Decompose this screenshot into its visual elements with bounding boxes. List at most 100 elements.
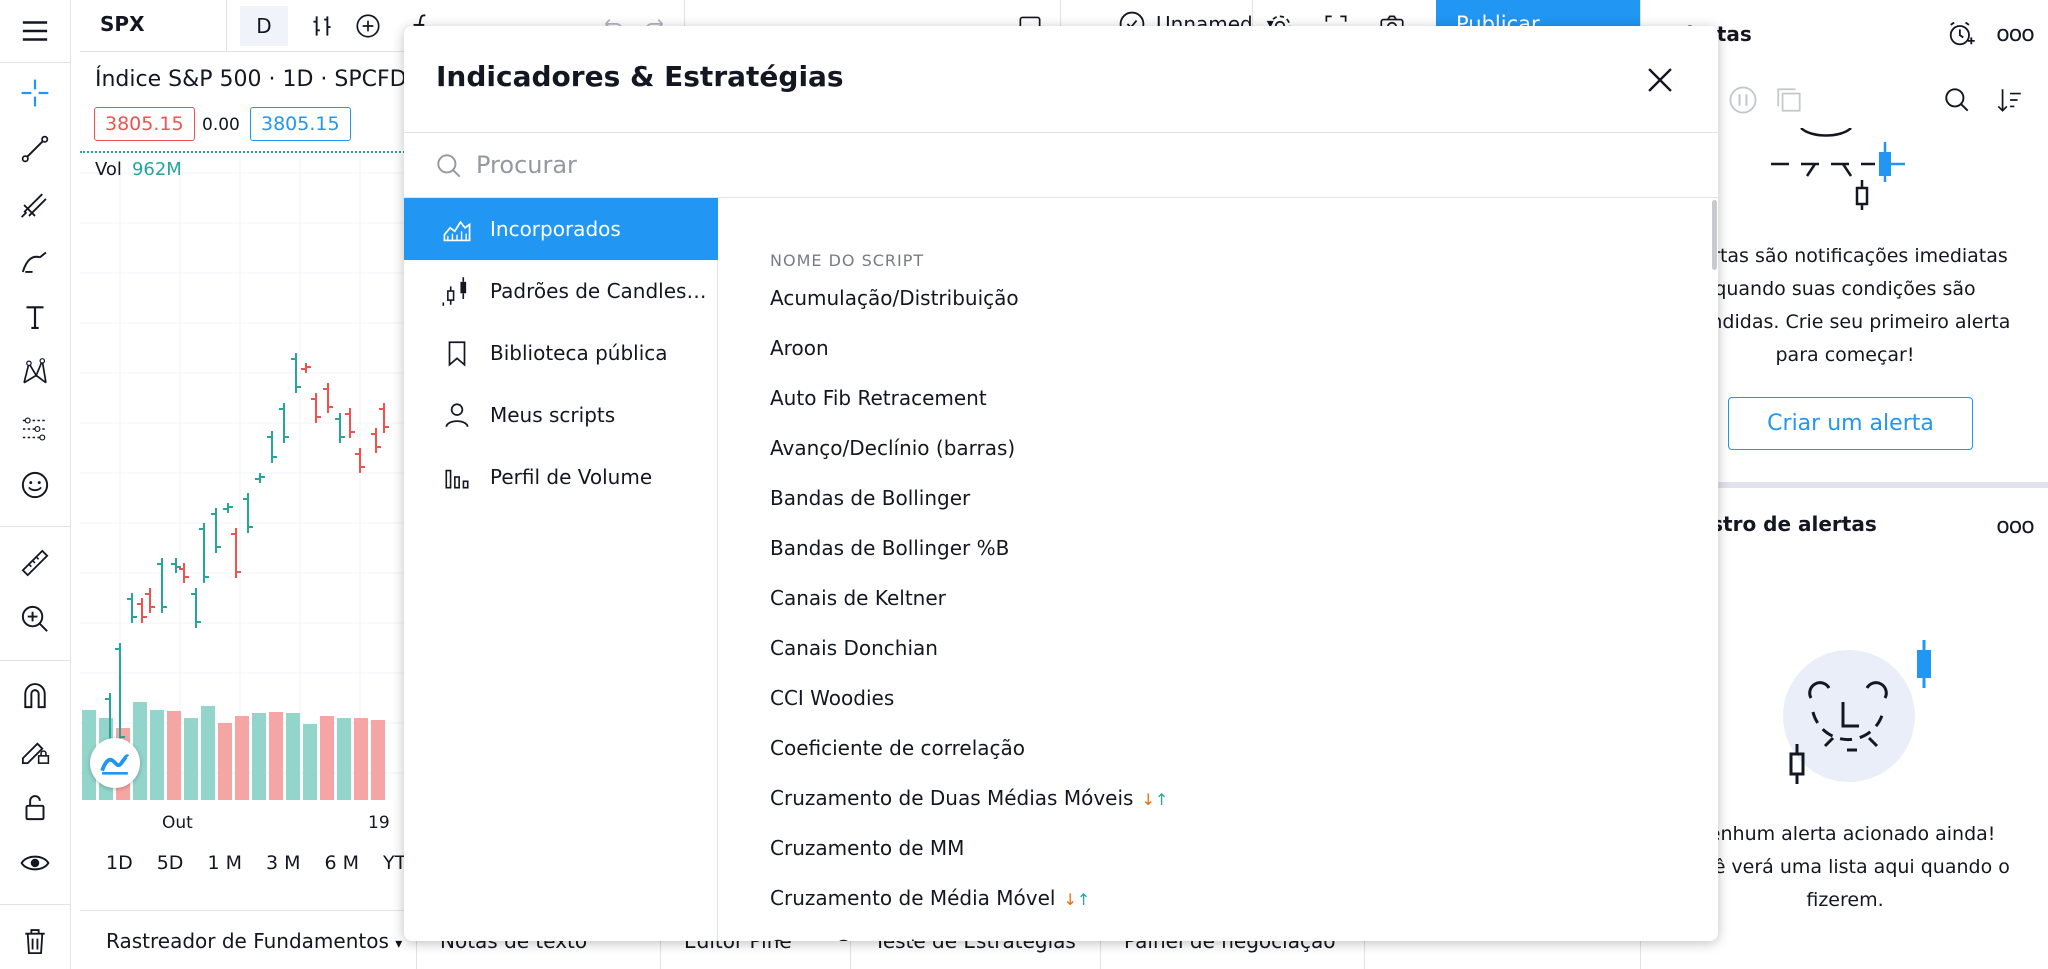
emoji-icon[interactable] bbox=[14, 464, 56, 506]
range-1m[interactable]: 1 M bbox=[207, 852, 242, 874]
price-bar bbox=[323, 383, 333, 413]
category-candlestick-patterns[interactable]: Padrões de Candlestick bbox=[404, 260, 718, 322]
script-name: Cruzamento de MM bbox=[770, 836, 965, 860]
price-bar bbox=[157, 558, 167, 613]
volume-profile-icon bbox=[440, 460, 474, 494]
trend-line-icon[interactable] bbox=[14, 128, 56, 170]
price-change: 0.00 bbox=[202, 115, 240, 135]
ask-price-box[interactable]: 3805.15 bbox=[250, 107, 351, 141]
x-axis-label: Out bbox=[162, 813, 193, 833]
close-icon[interactable] bbox=[1640, 60, 1680, 100]
search-input[interactable] bbox=[476, 145, 1676, 185]
price-bar bbox=[223, 503, 233, 513]
strategy-arrows-icon: ↓↑ bbox=[1141, 790, 1169, 809]
volume-value: 962M bbox=[131, 159, 182, 180]
compare-plus-icon[interactable] bbox=[348, 6, 388, 46]
tradingview-logo-icon[interactable] bbox=[90, 738, 140, 788]
script-item[interactable]: Coeficiente de correlação bbox=[770, 736, 1025, 760]
add-alert-icon[interactable] bbox=[1941, 14, 1981, 54]
bar-style-icon[interactable] bbox=[302, 6, 342, 46]
script-item[interactable]: Cruzamento de Média Móvel ↓↑ bbox=[770, 886, 1090, 910]
script-name: Canais de Keltner bbox=[770, 586, 946, 610]
chevron-down-icon: ▾ bbox=[395, 936, 403, 952]
clone-icon[interactable] bbox=[1771, 82, 1807, 118]
range-6m[interactable]: 6 M bbox=[325, 852, 360, 874]
category-label: Padrões de Candlestick bbox=[490, 279, 710, 303]
script-name: Cruzamento de Duas Médias Móveis bbox=[770, 786, 1134, 810]
volume-bar bbox=[269, 712, 283, 800]
ruler-icon[interactable] bbox=[14, 542, 56, 584]
lock-drawing-icon[interactable] bbox=[14, 730, 56, 772]
script-item[interactable]: Canais Donchian bbox=[770, 636, 938, 660]
category-volume-profile[interactable]: Perfil de Volume bbox=[404, 446, 718, 508]
script-item[interactable]: Avanço/Declínio (barras) bbox=[770, 436, 1015, 460]
category-built-ins[interactable]: Incorporados bbox=[404, 198, 718, 260]
symbol-search-button[interactable]: SPX bbox=[100, 12, 144, 36]
zoom-in-icon[interactable] bbox=[14, 598, 56, 640]
script-item[interactable]: Auto Fib Retracement bbox=[770, 386, 987, 410]
price-bar bbox=[199, 523, 209, 583]
more-options-icon[interactable]: ooo bbox=[1995, 510, 2035, 542]
script-item[interactable]: Cruzamento de MM bbox=[770, 836, 964, 860]
user-icon bbox=[440, 398, 474, 432]
category-sidebar: Incorporados Padrões de Candlestick Bibl… bbox=[404, 198, 718, 941]
script-item[interactable]: CCI Woodies bbox=[770, 686, 894, 710]
pause-icon[interactable] bbox=[1725, 82, 1761, 118]
script-item[interactable]: Aroon bbox=[770, 336, 829, 360]
fib-retracement-icon[interactable] bbox=[14, 184, 56, 226]
price-bar bbox=[145, 588, 155, 613]
tab-fundamentals-screener[interactable]: Rastreador de Fundamentos ▾ bbox=[106, 929, 402, 953]
script-name: Auto Fib Retracement bbox=[770, 386, 987, 410]
text-tool-icon[interactable] bbox=[14, 296, 56, 338]
trash-icon[interactable] bbox=[14, 920, 56, 962]
range-5d[interactable]: 5D bbox=[157, 852, 184, 874]
eye-icon[interactable] bbox=[14, 842, 56, 884]
x-axis-label: 19 bbox=[368, 813, 390, 833]
category-my-scripts[interactable]: Meus scripts bbox=[404, 384, 718, 446]
pattern-icon[interactable] bbox=[14, 352, 56, 394]
sort-icon[interactable] bbox=[1991, 82, 2027, 118]
unlock-icon[interactable] bbox=[14, 786, 56, 828]
magnet-icon[interactable] bbox=[14, 674, 56, 716]
range-3m[interactable]: 3 M bbox=[266, 852, 301, 874]
volume-bar bbox=[201, 706, 215, 800]
interval-button[interactable]: D bbox=[240, 6, 288, 46]
script-name: Acumulação/Distribuição bbox=[770, 286, 1019, 310]
more-options-icon[interactable]: ooo bbox=[1995, 18, 2035, 50]
script-item[interactable]: Canais de Keltner bbox=[770, 586, 946, 610]
chart-area-icon bbox=[440, 212, 474, 246]
scrollbar[interactable] bbox=[1712, 200, 1717, 270]
script-item[interactable]: Bandas de Bollinger %B bbox=[770, 536, 1009, 560]
bid-price-box[interactable]: 3805.15 bbox=[94, 107, 195, 141]
script-item[interactable]: Curva Coppock bbox=[770, 936, 922, 941]
script-item[interactable]: Bandas de Bollinger bbox=[770, 486, 970, 510]
search-icon[interactable] bbox=[1939, 82, 1975, 118]
prediction-icon[interactable] bbox=[14, 408, 56, 450]
script-name: Coeficiente de correlação bbox=[770, 736, 1025, 760]
crosshair-icon[interactable] bbox=[14, 72, 56, 114]
search-row bbox=[404, 133, 1718, 197]
dialog-title: Indicadores & Estratégias bbox=[436, 60, 844, 93]
menu-icon[interactable] bbox=[14, 10, 56, 52]
price-bar bbox=[191, 588, 201, 628]
price-bar bbox=[311, 393, 321, 423]
category-public-library[interactable]: Biblioteca pública bbox=[404, 322, 718, 384]
tab-label: Rastreador de Fundamentos bbox=[106, 929, 389, 953]
price-bar bbox=[335, 413, 345, 443]
script-item[interactable]: Cruzamento de Duas Médias Móveis ↓↑ bbox=[770, 786, 1168, 810]
price-bar bbox=[137, 598, 147, 623]
create-alert-button[interactable]: Criar um alerta bbox=[1728, 397, 1973, 450]
script-list: NOME DO SCRIPT Acumulação/Distribuição Ar… bbox=[718, 198, 1718, 941]
brush-icon[interactable] bbox=[14, 240, 56, 282]
script-name: Bandas de Bollinger bbox=[770, 486, 971, 510]
price-bar bbox=[355, 448, 365, 473]
alarm-clock-illustration bbox=[1783, 640, 1931, 784]
volume-label: Vol bbox=[95, 159, 122, 180]
volume-legend: Vol 962M bbox=[95, 159, 182, 180]
script-name: Canais Donchian bbox=[770, 636, 938, 660]
script-item[interactable]: Acumulação/Distribuição bbox=[770, 286, 1019, 310]
script-name: Aroon bbox=[770, 336, 829, 360]
volume-bar bbox=[252, 713, 266, 800]
price-line bbox=[80, 151, 440, 153]
range-1d[interactable]: 1D bbox=[106, 852, 133, 874]
